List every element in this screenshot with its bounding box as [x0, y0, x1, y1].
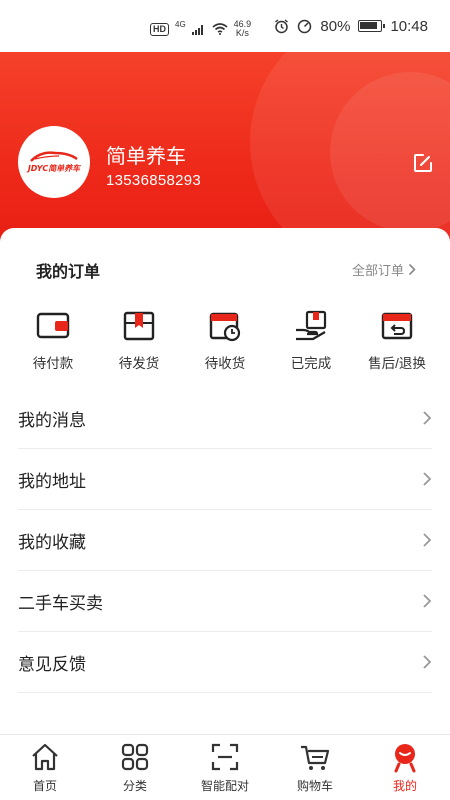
speedometer-icon	[298, 19, 312, 33]
edit-icon[interactable]	[412, 152, 434, 174]
chevron-right-icon	[423, 472, 432, 486]
order-item-after-sales[interactable]: 售后/退换	[357, 310, 437, 372]
grid-icon	[121, 743, 149, 771]
scan-icon	[211, 743, 239, 771]
status-right: 80% 10:48	[274, 18, 428, 35]
tab-home[interactable]: 首页	[0, 735, 90, 800]
battery-percent: 80%	[320, 17, 351, 35]
menu-item-label: 意见反馈	[18, 654, 86, 674]
tab-label: 智能配对	[200, 779, 249, 793]
tab-mine[interactable]: 我的	[360, 735, 450, 800]
menu-item-used-car[interactable]: 二手车买卖	[18, 571, 432, 632]
order-item-label: 待发货	[118, 356, 160, 371]
tab-cart[interactable]: 购物车	[270, 735, 360, 800]
order-item-pending-payment[interactable]: 待付款	[13, 310, 93, 372]
order-status-row: 待付款 待发货 待收货 已完成 售后/退换	[0, 310, 450, 372]
order-item-label: 待付款	[32, 356, 74, 371]
tab-label: 我的	[392, 779, 417, 793]
battery-icon	[358, 20, 386, 32]
menu-item-label: 我的消息	[18, 410, 86, 430]
tab-category[interactable]: 分类	[90, 735, 180, 800]
wallet-icon	[36, 312, 70, 339]
order-item-label: 待收货	[204, 356, 246, 371]
chevron-right-icon	[423, 533, 432, 547]
chevron-right-icon	[423, 655, 432, 669]
order-item-label: 已完成	[290, 356, 332, 371]
menu-list: 我的消息 我的地址 我的收藏 二手车买卖 意见反馈	[18, 388, 432, 693]
profile-icon	[394, 744, 416, 773]
return-icon	[381, 312, 413, 340]
tab-label: 购物车	[296, 779, 333, 793]
menu-item-feedback[interactable]: 意见反馈	[18, 632, 432, 693]
hand-box-icon	[296, 310, 327, 341]
order-item-pending-receipt[interactable]: 待收货	[185, 310, 265, 372]
chevron-right-icon	[423, 411, 432, 425]
phone-number: 13536858293	[106, 172, 202, 189]
menu-item-label: 我的收藏	[18, 532, 86, 552]
avatar[interactable]: JDYC简单养车	[18, 126, 90, 198]
network-speed: 46.9 K/s	[234, 20, 252, 38]
tab-label: 首页	[32, 779, 57, 793]
orders-title: 我的订单	[36, 264, 101, 281]
chevron-right-icon	[408, 263, 416, 276]
speed-unit: K/s	[235, 28, 249, 38]
tab-label: 分类	[122, 779, 147, 793]
menu-item-label: 二手车买卖	[18, 593, 103, 613]
logo-text: JDYC简单养车	[26, 164, 81, 173]
status-left: HD 4G 46.9 K/s	[150, 20, 251, 38]
menu-item-favorites[interactable]: 我的收藏	[18, 510, 432, 571]
chevron-right-icon	[423, 594, 432, 608]
status-bar: HD 4G 46.9 K/s 80% 10:48	[0, 0, 450, 52]
calendar-clock-icon	[209, 312, 241, 342]
alarm-icon	[275, 18, 289, 33]
all-orders-label: 全部订单	[351, 263, 404, 278]
order-item-pending-shipment[interactable]: 待发货	[99, 310, 179, 372]
wifi-icon	[212, 23, 228, 35]
logo-icon: JDYC简单养车	[26, 151, 81, 173]
clock: 10:48	[390, 17, 428, 35]
menu-item-messages[interactable]: 我的消息	[18, 388, 432, 449]
profile-header: JDYC简单养车 简单养车 13536858293	[0, 52, 450, 242]
hd-badge: HD	[150, 22, 169, 36]
menu-item-address[interactable]: 我的地址	[18, 449, 432, 510]
signal-label: 4G	[175, 20, 186, 29]
bottom-tab-bar: 首页 分类 智能配对 购物车 我的	[0, 734, 450, 800]
signal-icon	[191, 25, 203, 35]
cart-icon	[301, 745, 330, 770]
all-orders-link[interactable]: 全部订单	[352, 260, 416, 279]
content-card: 我的订单 全部订单 待付款 待发货 待收货 已完成 售后/退换 我的消息 我的地…	[0, 228, 450, 734]
username: 简单养车	[106, 146, 186, 168]
tab-smart-match[interactable]: 智能配对	[180, 735, 270, 800]
order-item-label: 售后/退换	[368, 356, 426, 371]
menu-item-label: 我的地址	[18, 471, 86, 491]
order-item-completed[interactable]: 已完成	[271, 310, 351, 372]
home-icon	[32, 743, 58, 771]
package-icon	[123, 311, 155, 341]
